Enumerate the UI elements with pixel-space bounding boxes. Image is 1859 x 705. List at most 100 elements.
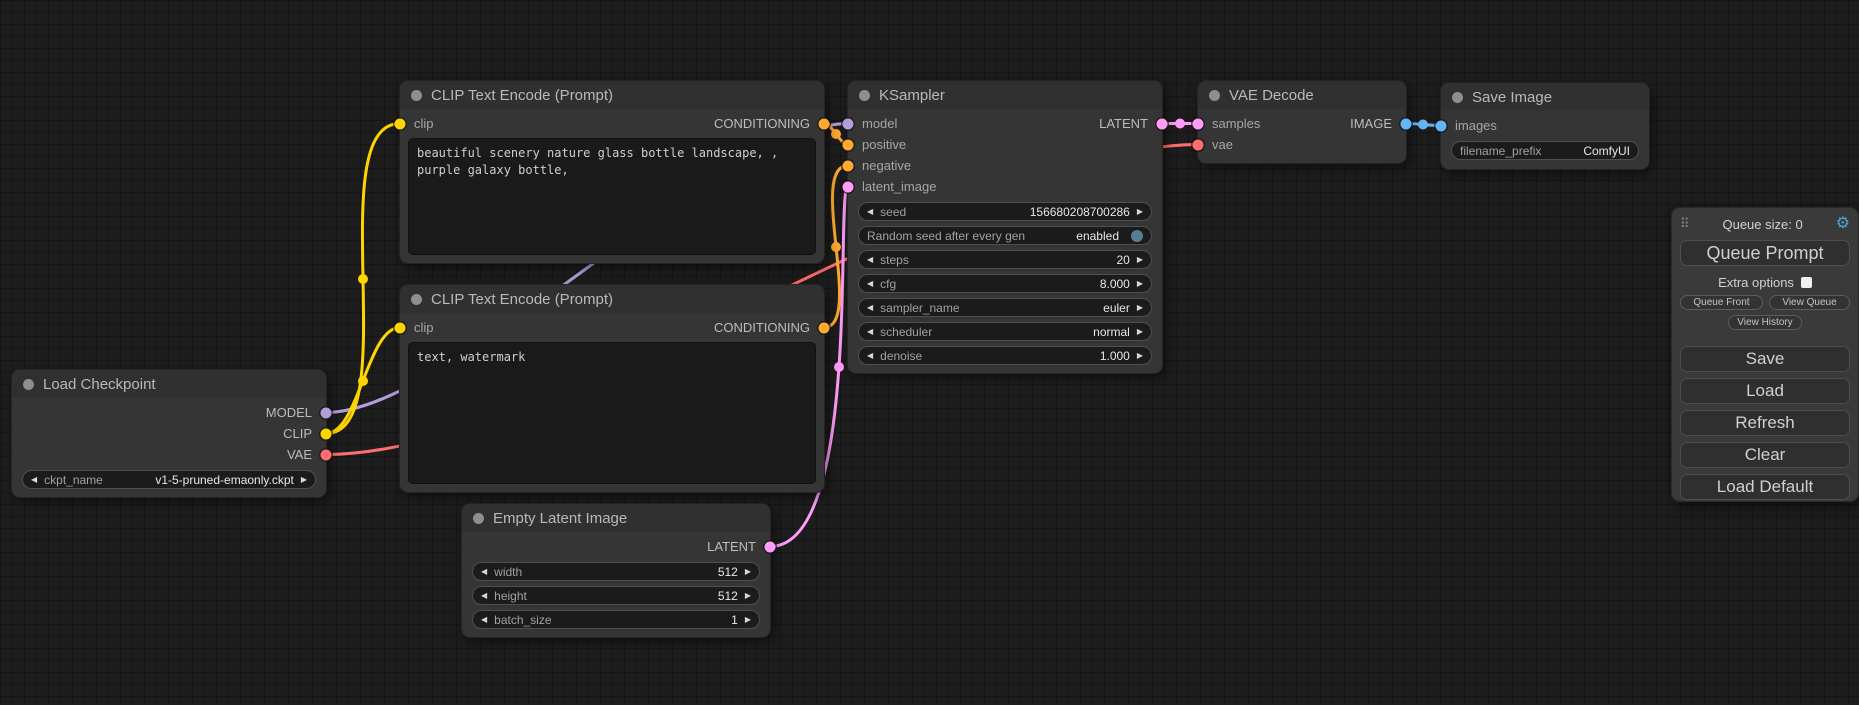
decrement-arrow-icon[interactable]: ◀ — [867, 208, 873, 216]
load-button[interactable]: Load — [1680, 378, 1850, 404]
settings-gear-icon[interactable]: ⚙ — [1836, 216, 1850, 232]
output-port-latent[interactable] — [1157, 118, 1168, 129]
queue-prompt-button[interactable]: Queue Prompt — [1680, 240, 1850, 266]
decrement-arrow-icon[interactable]: ◀ — [867, 352, 873, 360]
widget-label: width — [494, 565, 522, 579]
prev-arrow-icon[interactable]: ◀ — [867, 304, 873, 312]
input-port-negative[interactable] — [843, 160, 854, 171]
increment-arrow-icon[interactable]: ▶ — [1137, 208, 1143, 216]
input-port-clip[interactable] — [395, 322, 406, 333]
load-default-button[interactable]: Load Default — [1680, 474, 1850, 500]
output-port-latent[interactable] — [765, 541, 776, 552]
increment-arrow-icon[interactable]: ▶ — [745, 592, 751, 600]
decrement-arrow-icon[interactable]: ◀ — [481, 568, 487, 576]
wire-dot — [831, 129, 841, 139]
collapse-dot-icon[interactable] — [473, 513, 484, 524]
view-queue-button[interactable]: View Queue — [1769, 295, 1850, 310]
decrement-arrow-icon[interactable]: ◀ — [867, 256, 873, 264]
widget-denoise[interactable]: ◀ denoise 1.000 ▶ — [858, 346, 1152, 365]
node-title-bar[interactable]: Save Image — [1441, 83, 1649, 111]
output-port-vae[interactable] — [321, 449, 332, 460]
widget-seed[interactable]: ◀ seed 156680208700286 ▶ — [858, 202, 1152, 221]
collapse-dot-icon[interactable] — [1209, 90, 1220, 101]
extra-options-checkbox[interactable] — [1801, 277, 1812, 288]
node-title-bar[interactable]: CLIP Text Encode (Prompt) — [400, 285, 824, 313]
widget-width[interactable]: ◀ width 512 ▶ — [472, 562, 760, 581]
node-load-checkpoint[interactable]: Load Checkpoint MODEL CLIP VAE ◀ ckpt_na… — [12, 370, 326, 497]
collapse-dot-icon[interactable] — [411, 90, 422, 101]
refresh-button[interactable]: Refresh — [1680, 410, 1850, 436]
input-port-clip[interactable] — [395, 118, 406, 129]
queue-front-button[interactable]: Queue Front — [1680, 295, 1763, 310]
collapse-dot-icon[interactable] — [859, 90, 870, 101]
drag-handle-icon[interactable]: ⠿ — [1680, 216, 1690, 232]
decrement-arrow-icon[interactable]: ◀ — [867, 280, 873, 288]
node-clip-text-encode-positive[interactable]: CLIP Text Encode (Prompt) clip CONDITION… — [400, 81, 824, 263]
node-save-image[interactable]: Save Image images filename_prefix ComfyU… — [1441, 83, 1649, 169]
increment-arrow-icon[interactable]: ▶ — [1137, 352, 1143, 360]
prompt-textarea[interactable]: text, watermark — [409, 343, 815, 483]
slot-label-vae: VAE — [287, 447, 312, 462]
increment-arrow-icon[interactable]: ▶ — [1137, 256, 1143, 264]
output-port-conditioning[interactable] — [819, 322, 830, 333]
widget-sampler-name[interactable]: ◀ sampler_name euler ▶ — [858, 298, 1152, 317]
node-title-bar[interactable]: Empty Latent Image — [462, 504, 770, 532]
widget-batch-size[interactable]: ◀ batch_size 1 ▶ — [472, 610, 760, 629]
next-arrow-icon[interactable]: ▶ — [301, 476, 307, 484]
widget-value: 8.000 — [1100, 277, 1130, 291]
input-port-images[interactable] — [1436, 120, 1447, 131]
prev-arrow-icon[interactable]: ◀ — [31, 476, 37, 484]
input-port-positive[interactable] — [843, 139, 854, 150]
widget-control-after-generate[interactable]: Random seed after every gen enabled — [858, 226, 1152, 245]
output-port-image[interactable] — [1401, 118, 1412, 129]
widget-steps[interactable]: ◀ steps 20 ▶ — [858, 250, 1152, 269]
menu-panel: ⠿ Queue size: 0 ⚙ Queue Prompt Extra opt… — [1672, 208, 1858, 501]
input-port-model[interactable] — [843, 118, 854, 129]
node-ksampler[interactable]: KSampler model LATENT positive negative … — [848, 81, 1162, 373]
collapse-dot-icon[interactable] — [1452, 92, 1463, 103]
node-title-bar[interactable]: CLIP Text Encode (Prompt) — [400, 81, 824, 109]
collapse-dot-icon[interactable] — [411, 294, 422, 305]
widget-scheduler[interactable]: ◀ scheduler normal ▶ — [858, 322, 1152, 341]
node-vae-decode[interactable]: VAE Decode samples IMAGE vae — [1198, 81, 1406, 163]
node-clip-text-encode-negative[interactable]: CLIP Text Encode (Prompt) clip CONDITION… — [400, 285, 824, 492]
widget-ckpt-name[interactable]: ◀ ckpt_name v1-5-pruned-emaonly.ckpt ▶ — [22, 470, 316, 489]
next-arrow-icon[interactable]: ▶ — [1137, 328, 1143, 336]
widget-label: denoise — [880, 349, 922, 363]
output-port-model[interactable] — [321, 407, 332, 418]
widget-filename-prefix[interactable]: filename_prefix ComfyUI — [1451, 141, 1639, 160]
node-title-bar[interactable]: VAE Decode — [1198, 81, 1406, 109]
menu-header: ⠿ Queue size: 0 ⚙ — [1680, 214, 1850, 234]
output-port-conditioning[interactable] — [819, 118, 830, 129]
next-arrow-icon[interactable]: ▶ — [1137, 304, 1143, 312]
node-graph-canvas[interactable]: Load Checkpoint MODEL CLIP VAE ◀ ckpt_na… — [0, 0, 1859, 705]
input-port-vae[interactable] — [1193, 139, 1204, 150]
view-history-button[interactable]: View History — [1728, 315, 1801, 330]
prompt-textarea[interactable]: beautiful scenery nature glass bottle la… — [409, 139, 815, 254]
increment-arrow-icon[interactable]: ▶ — [745, 568, 751, 576]
widget-cfg[interactable]: ◀ cfg 8.000 ▶ — [858, 274, 1152, 293]
input-port-latent-image[interactable] — [843, 181, 854, 192]
clear-button[interactable]: Clear — [1680, 442, 1850, 468]
output-port-clip[interactable] — [321, 428, 332, 439]
increment-arrow-icon[interactable]: ▶ — [745, 616, 751, 624]
widget-label: Random seed after every gen — [867, 229, 1025, 243]
node-title-bar[interactable]: KSampler — [848, 81, 1162, 109]
node-title: Save Image — [1472, 89, 1552, 106]
node-title-bar[interactable]: Load Checkpoint — [12, 370, 326, 398]
collapse-dot-icon[interactable] — [23, 379, 34, 390]
widget-height[interactable]: ◀ height 512 ▶ — [472, 586, 760, 605]
slot-row: vae — [1198, 134, 1406, 155]
input-port-samples[interactable] — [1193, 118, 1204, 129]
wire-dot — [834, 362, 844, 372]
decrement-arrow-icon[interactable]: ◀ — [481, 616, 487, 624]
slot-row: clip CONDITIONING — [400, 113, 824, 134]
prev-arrow-icon[interactable]: ◀ — [867, 328, 873, 336]
increment-arrow-icon[interactable]: ▶ — [1137, 280, 1143, 288]
node-empty-latent-image[interactable]: Empty Latent Image LATENT ◀ width 512 ▶ … — [462, 504, 770, 637]
save-button[interactable]: Save — [1680, 346, 1850, 372]
decrement-arrow-icon[interactable]: ◀ — [481, 592, 487, 600]
wire-dot — [1418, 120, 1428, 130]
slot-label-model: model — [862, 116, 897, 131]
toggle-indicator-icon[interactable] — [1131, 230, 1143, 242]
